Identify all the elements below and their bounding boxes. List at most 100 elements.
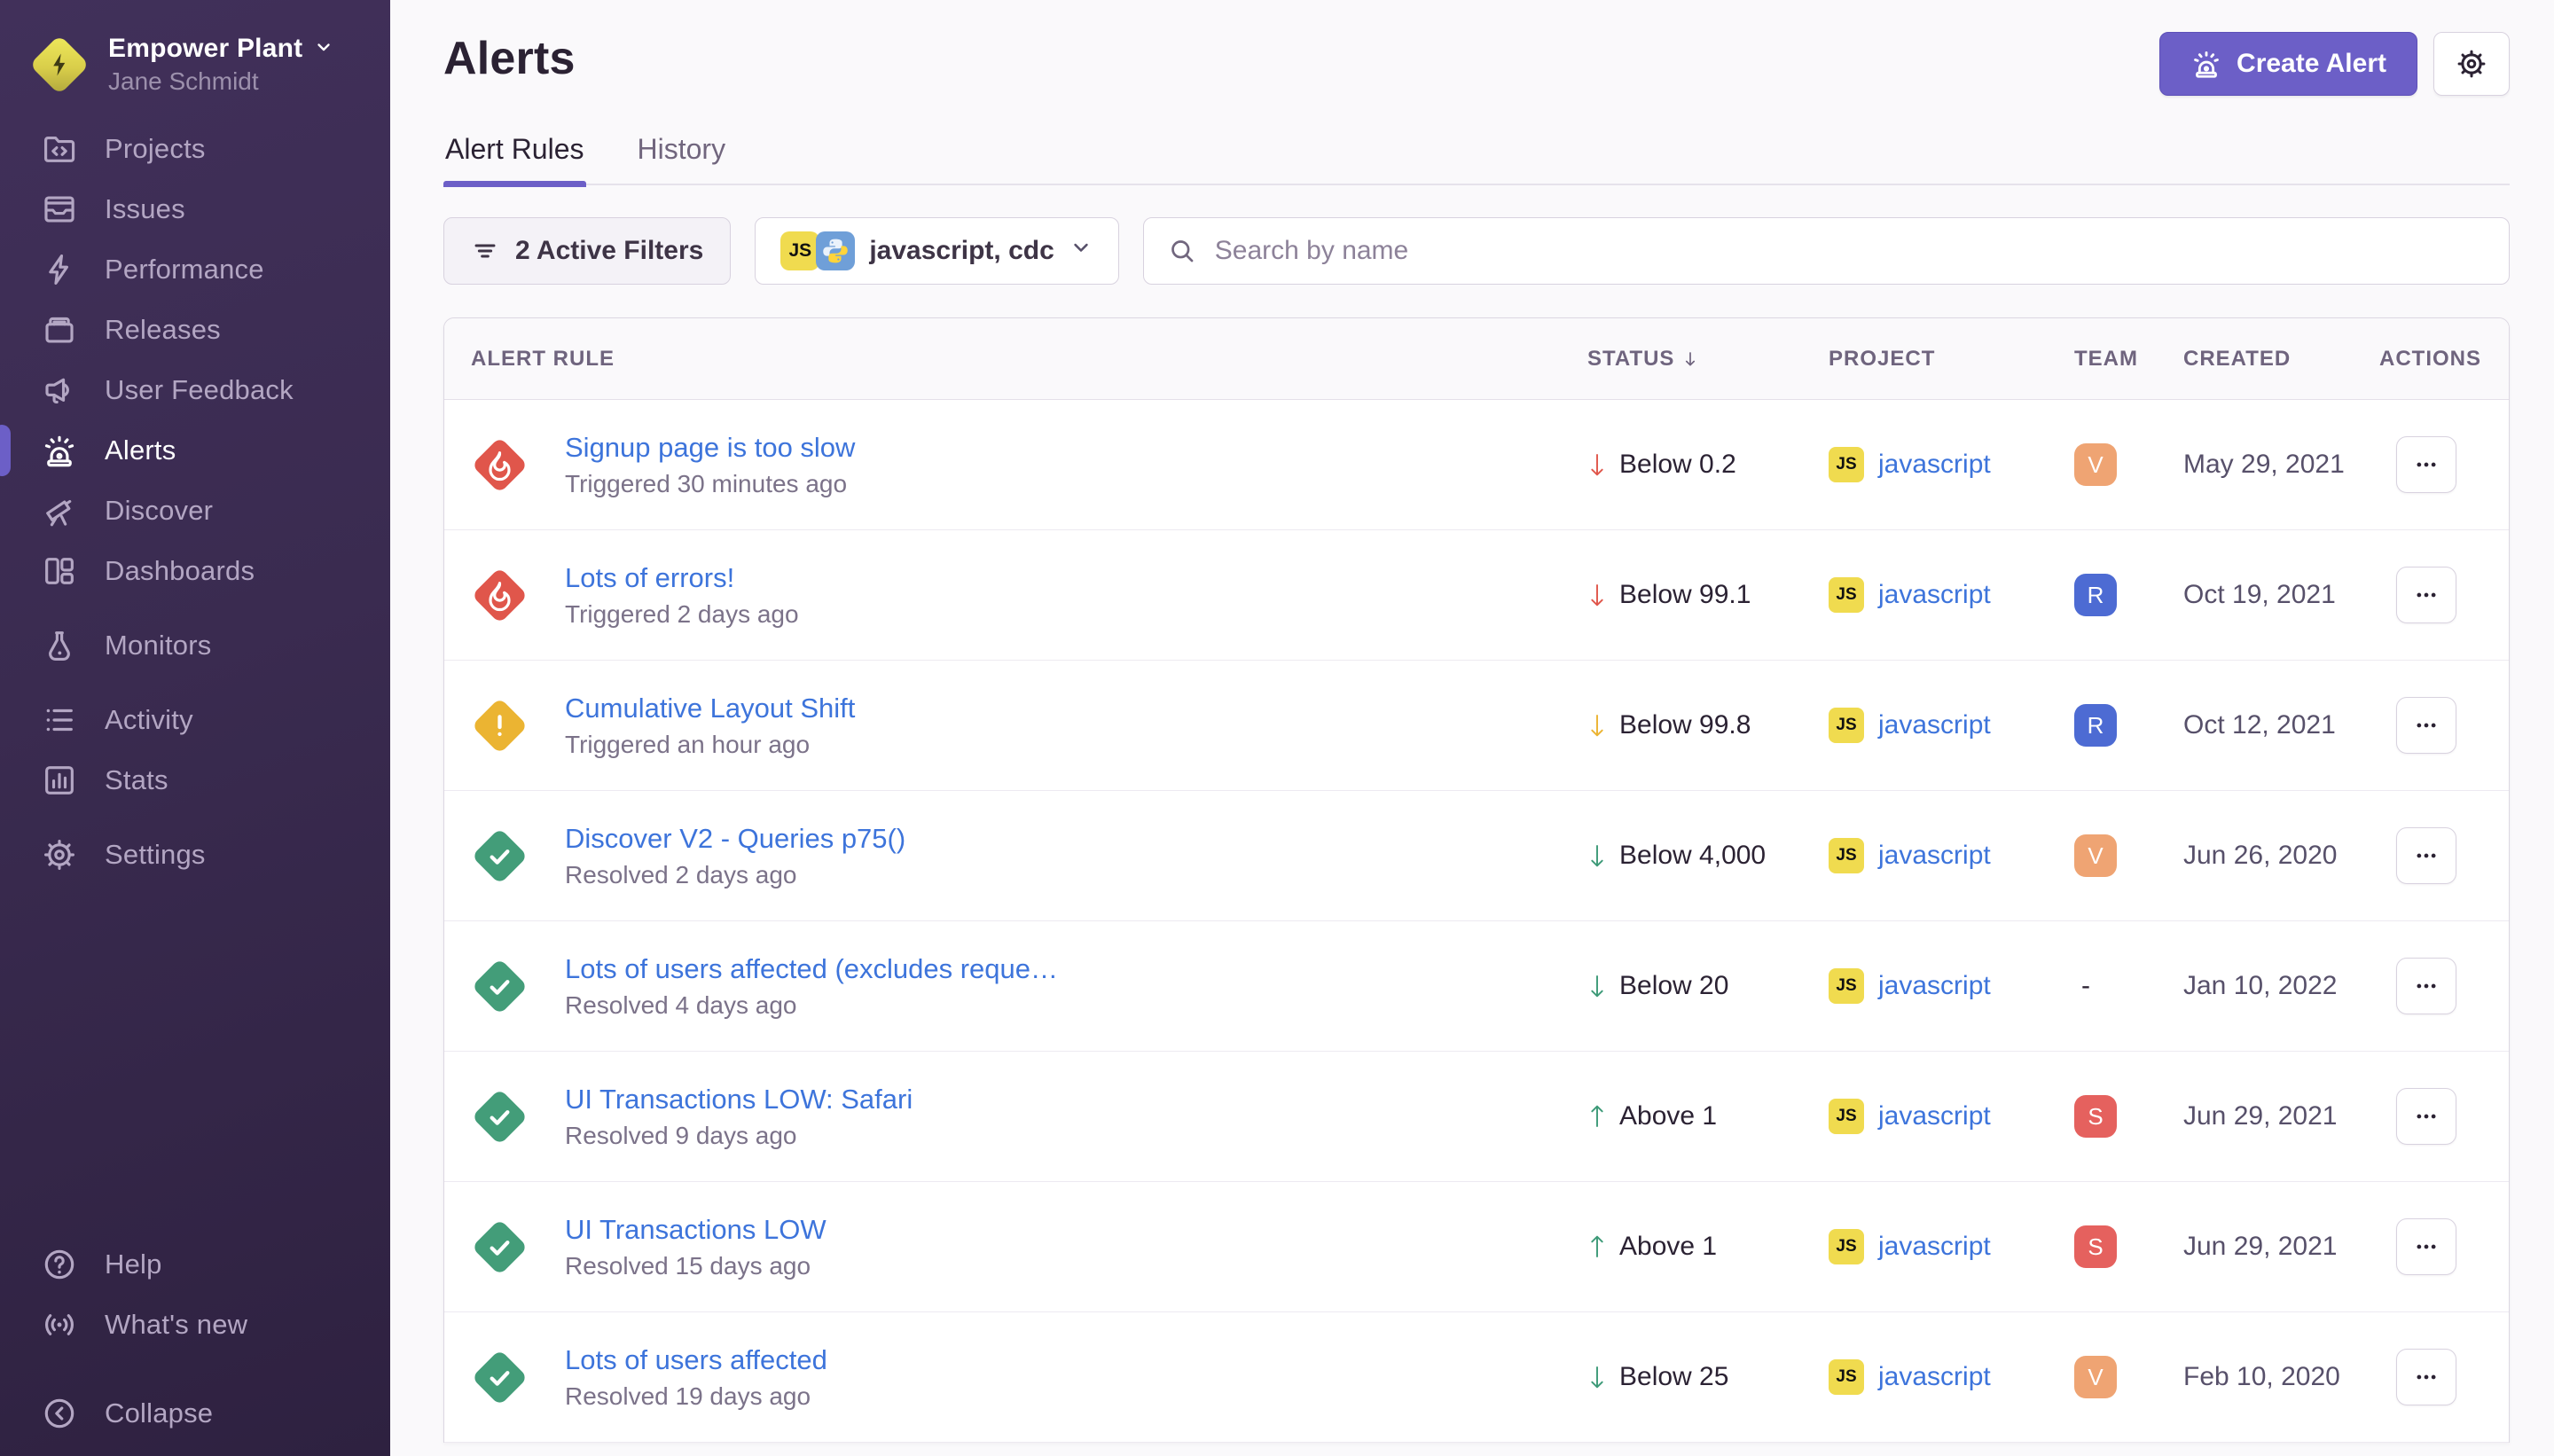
sidebar-item-settings[interactable]: Settings bbox=[0, 825, 390, 885]
row-actions-button[interactable] bbox=[2396, 1218, 2456, 1275]
project-link[interactable]: javascript bbox=[1878, 710, 1991, 740]
sidebar-item-performance[interactable]: Performance bbox=[0, 239, 390, 300]
gear-icon bbox=[2455, 47, 2488, 81]
row-actions-button[interactable] bbox=[2396, 567, 2456, 623]
sidebar-item-user-feedback[interactable]: User Feedback bbox=[0, 360, 390, 420]
sidebar-item-dashboards[interactable]: Dashboards bbox=[0, 541, 390, 601]
tab-history[interactable]: History bbox=[636, 133, 728, 184]
column-header-label: ACTIONS bbox=[2379, 347, 2481, 372]
project-link[interactable]: javascript bbox=[1878, 841, 1991, 871]
column-header-team: TEAM bbox=[2074, 347, 2183, 372]
sidebar-item-what-s-new[interactable]: What's new bbox=[0, 1295, 390, 1355]
project-link[interactable]: javascript bbox=[1878, 1362, 1991, 1392]
tab-alert-rules[interactable]: Alert Rules bbox=[443, 133, 586, 184]
javascript-badge: JS bbox=[1829, 1099, 1864, 1134]
alert-rule-status-note: Triggered 30 minutes ago bbox=[565, 470, 855, 498]
sidebar-item-label: Performance bbox=[105, 254, 264, 286]
team-avatar[interactable]: V bbox=[2074, 1356, 2117, 1398]
ellipsis-icon bbox=[2413, 1364, 2440, 1390]
project-link[interactable]: javascript bbox=[1878, 450, 1991, 480]
sidebar-item-help[interactable]: Help bbox=[0, 1234, 390, 1295]
sidebar-item-collapse[interactable]: Collapse bbox=[0, 1383, 390, 1444]
search-input[interactable] bbox=[1215, 236, 2486, 266]
javascript-badge: JS bbox=[1829, 1359, 1864, 1395]
team-avatar[interactable]: R bbox=[2074, 704, 2117, 747]
team-cell: S bbox=[2074, 1095, 2183, 1138]
project-cell: JS javascript bbox=[1829, 1099, 2074, 1134]
monitors-icon bbox=[41, 627, 78, 664]
team-cell: S bbox=[2074, 1225, 2183, 1268]
arrow-down-icon bbox=[1587, 709, 1607, 741]
row-actions-button[interactable] bbox=[2396, 436, 2456, 493]
row-actions-button[interactable] bbox=[2396, 1088, 2456, 1145]
threshold-value: Below 99.1 bbox=[1619, 580, 1751, 610]
alert-rule-name-link[interactable]: UI Transactions LOW bbox=[565, 1214, 827, 1246]
row-actions-button[interactable] bbox=[2396, 827, 2456, 884]
sidebar-item-releases[interactable]: Releases bbox=[0, 300, 390, 360]
alert-rule-cell: Signup page is too slow Triggered 30 minu… bbox=[471, 432, 1587, 498]
sidebar: Empower Plant Jane Schmidt ProjectsIssue… bbox=[0, 0, 390, 1456]
sidebar-item-projects[interactable]: Projects bbox=[0, 119, 390, 179]
project-selector[interactable]: JS javascript, cdc bbox=[755, 217, 1118, 285]
collapse-icon bbox=[41, 1395, 78, 1432]
warning-status-icon bbox=[471, 697, 528, 754]
sidebar-item-discover[interactable]: Discover bbox=[0, 481, 390, 541]
status-cell: Below 0.2 bbox=[1587, 449, 1829, 481]
actions-cell bbox=[2379, 567, 2473, 623]
project-link[interactable]: javascript bbox=[1878, 580, 1991, 610]
tab-bar: Alert Rules History bbox=[443, 133, 2510, 185]
alert-rule-name-link[interactable]: Discover V2 - Queries p75() bbox=[565, 823, 905, 855]
column-header-status[interactable]: STATUS bbox=[1587, 347, 1829, 372]
alert-rule-row: Lots of users affected (excludes reque…R… bbox=[444, 921, 2509, 1052]
column-header-actions: ACTIONS bbox=[2379, 347, 2473, 372]
alert-rule-name-link[interactable]: Signup page is too slow bbox=[565, 432, 855, 464]
sidebar-item-alerts[interactable]: Alerts bbox=[0, 420, 390, 481]
alert-rule-row: Lots of users affectedResolved 19 days a… bbox=[444, 1312, 2509, 1443]
sidebar-item-issues[interactable]: Issues bbox=[0, 179, 390, 239]
alert-rule-name-link[interactable]: Lots of users affected (excludes reque… bbox=[565, 953, 1058, 985]
org-switcher[interactable]: Empower Plant Jane Schmidt bbox=[0, 27, 390, 119]
alert-rule-name-link[interactable]: Cumulative Layout Shift bbox=[565, 693, 855, 724]
alerts-icon bbox=[41, 432, 78, 469]
project-link[interactable]: javascript bbox=[1878, 971, 1991, 1001]
project-cell: JS javascript bbox=[1829, 447, 2074, 482]
ellipsis-icon bbox=[2413, 582, 2440, 608]
alert-rule-name-link[interactable]: UI Transactions LOW: Safari bbox=[565, 1084, 913, 1115]
project-link[interactable]: javascript bbox=[1878, 1232, 1991, 1262]
project-link[interactable]: javascript bbox=[1878, 1101, 1991, 1131]
column-header-label: STATUS bbox=[1587, 347, 1674, 372]
sidebar-item-label: Discover bbox=[105, 495, 213, 527]
status-cell: Below 99.1 bbox=[1587, 579, 1829, 611]
performance-icon bbox=[41, 251, 78, 288]
sidebar-item-activity[interactable]: Activity bbox=[0, 690, 390, 750]
team-avatar[interactable]: V bbox=[2074, 443, 2117, 486]
column-header-alert-rule: ALERT RULE bbox=[471, 347, 1587, 372]
actions-cell bbox=[2379, 1088, 2473, 1145]
row-actions-button[interactable] bbox=[2396, 697, 2456, 754]
create-alert-button[interactable]: Create Alert bbox=[2159, 32, 2417, 96]
resolved-status-icon bbox=[471, 1349, 528, 1405]
alert-rule-row: Lots of errors!Triggered 2 days agoBelow… bbox=[444, 530, 2509, 661]
alert-rule-name-link[interactable]: Lots of users affected bbox=[565, 1344, 827, 1376]
alert-rule-row: Signup page is too slow Triggered 30 minu… bbox=[444, 400, 2509, 530]
team-avatar[interactable]: S bbox=[2074, 1095, 2117, 1138]
row-actions-button[interactable] bbox=[2396, 1349, 2456, 1405]
alert-rule-row: Cumulative Layout ShiftTriggered an hour… bbox=[444, 661, 2509, 791]
threshold-value: Below 4,000 bbox=[1619, 841, 1766, 871]
javascript-badge: JS bbox=[1829, 838, 1864, 873]
created-date: Jun 29, 2021 bbox=[2183, 1232, 2379, 1262]
project-cell: JS javascript bbox=[1829, 838, 2074, 873]
column-header-label: PROJECT bbox=[1829, 347, 1935, 372]
alert-rule-name-link[interactable]: Lots of errors! bbox=[565, 562, 799, 594]
team-avatar[interactable]: R bbox=[2074, 574, 2117, 616]
javascript-badge: JS bbox=[1829, 447, 1864, 482]
team-avatar[interactable]: V bbox=[2074, 834, 2117, 877]
alert-rule-cell: Discover V2 - Queries p75()Resolved 2 da… bbox=[471, 823, 1587, 889]
team-avatar[interactable]: S bbox=[2074, 1225, 2117, 1268]
sidebar-item-stats[interactable]: Stats bbox=[0, 750, 390, 810]
alerts-settings-button[interactable] bbox=[2433, 32, 2510, 96]
alert-rule-cell: UI Transactions LOW: SafariResolved 9 da… bbox=[471, 1084, 1587, 1150]
row-actions-button[interactable] bbox=[2396, 958, 2456, 1014]
sidebar-item-monitors[interactable]: Monitors bbox=[0, 615, 390, 676]
active-filters-button[interactable]: 2 Active Filters bbox=[443, 217, 731, 285]
